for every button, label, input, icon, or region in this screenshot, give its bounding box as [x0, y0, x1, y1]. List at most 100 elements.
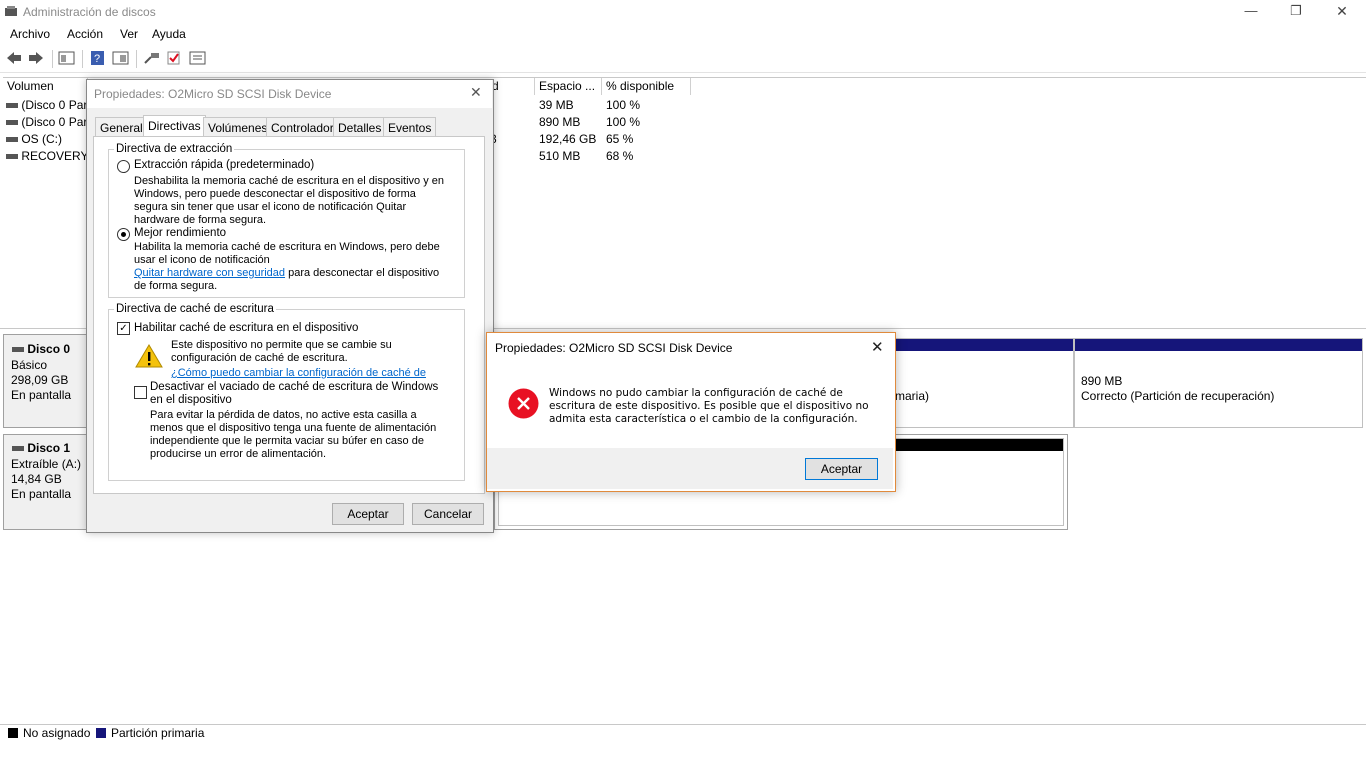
enable-write-cache-checkbox[interactable]: ✓	[117, 322, 130, 335]
partition-size: 890 MB	[1081, 374, 1123, 388]
help-icon[interactable]: ?	[90, 50, 106, 68]
table-row[interactable]: OS (C:)	[6, 132, 62, 146]
better-performance-text: Habilita la memoria caché de escritura e…	[134, 241, 440, 266]
maximize-button[interactable]: ❐	[1273, 0, 1319, 24]
error-dialog-title: Propiedades: O2Micro SD SCSI Disk Device	[495, 341, 733, 355]
removal-policy-title: Directiva de extracción	[114, 143, 235, 155]
legend-primary: Partición primaria	[111, 726, 205, 740]
tab-eventos[interactable]: Eventos	[383, 117, 437, 136]
toolbar-separator	[82, 50, 83, 68]
status-bar	[0, 724, 1366, 745]
tab-controlador[interactable]: Controlador	[266, 117, 339, 136]
better-performance-desc: Habilita la memoria caché de escritura e…	[134, 241, 449, 293]
volume-free: 192,46 GB	[539, 132, 597, 146]
menu-ver[interactable]: Ver	[120, 27, 138, 41]
disk-icon	[12, 446, 24, 452]
disk-size: 14,84 GB	[11, 472, 62, 486]
safe-remove-link[interactable]: Quitar hardware con seguridad	[134, 267, 285, 279]
forward-icon[interactable]	[27, 50, 45, 68]
disk-status: En pantalla	[11, 487, 72, 501]
properties-close-icon[interactable]: ✕	[470, 84, 482, 101]
back-icon[interactable]	[5, 50, 23, 68]
properties-cancel-button[interactable]: Cancelar	[412, 503, 484, 525]
tab-directivas[interactable]: Directivas	[143, 115, 206, 136]
error-message: Windows no pudo cambiar la configuración…	[549, 387, 869, 425]
disable-flush-desc: Para evitar la pérdida de datos, no acti…	[150, 409, 437, 460]
pane-icon[interactable]	[58, 50, 76, 68]
disk-size: 298,09 GB	[11, 373, 69, 387]
quick-removal-label[interactable]: Extracción rápida (predeterminado)	[134, 159, 314, 171]
title-bar	[0, 0, 1366, 24]
disk-0-label: Disco 0	[12, 342, 70, 356]
check-icon[interactable]	[166, 50, 182, 68]
better-performance-radio[interactable]	[117, 228, 130, 241]
error-ok-button[interactable]: Aceptar	[805, 458, 878, 480]
connect-icon[interactable]	[143, 50, 161, 68]
disk-name: Disco 1	[27, 441, 71, 455]
volume-pct: 65 %	[606, 132, 634, 146]
table-row[interactable]: (Disco 0 Part	[6, 98, 91, 112]
toolbar-separator	[136, 50, 137, 68]
better-performance-label[interactable]: Mejor rendimiento	[134, 227, 226, 239]
disk-status: En pantalla	[11, 388, 72, 402]
window-title: Administración de discos	[23, 5, 156, 19]
volume-icon	[6, 154, 18, 160]
cache-warning-text: Este dispositivo no permite que se cambi…	[171, 339, 392, 364]
volume-name: (Disco 0 Part	[21, 98, 91, 112]
legend-swatch-primary	[96, 728, 106, 738]
menu-archivo[interactable]: Archivo	[10, 27, 50, 41]
close-button[interactable]: ✕	[1319, 0, 1365, 24]
column-header-partial[interactable]: d	[488, 78, 535, 95]
tab-detalles[interactable]: Detalles	[333, 117, 387, 136]
volume-pct: 100 %	[606, 98, 641, 112]
disable-flush-label[interactable]: Desactivar el vaciado de caché de escrit…	[150, 381, 440, 407]
menu-bar	[0, 24, 1366, 44]
volume-free: 890 MB	[539, 115, 581, 129]
volume-name: OS (C:)	[21, 132, 63, 146]
disk-management-icon	[4, 5, 18, 18]
volume-pct: 100 %	[606, 115, 641, 129]
volume-name: RECOVERY	[21, 149, 89, 163]
volume-free: 39 MB	[539, 98, 574, 112]
volume-icon	[6, 137, 18, 143]
properties-dialog-title: Propiedades: O2Micro SD SCSI Disk Device	[94, 87, 332, 101]
write-cache-title: Directiva de caché de escritura	[114, 303, 276, 315]
disable-flush-checkbox[interactable]	[134, 386, 147, 399]
disk-name: Disco 0	[27, 342, 71, 356]
table-row[interactable]: RECOVERY	[6, 149, 88, 163]
volume-name: (Disco 0 Part	[21, 115, 91, 129]
quick-removal-radio[interactable]	[117, 160, 130, 173]
disk-type: Extraíble (A:)	[11, 457, 82, 471]
error-icon	[508, 388, 539, 419]
volume-icon	[6, 103, 18, 109]
view-icon[interactable]	[189, 50, 207, 68]
legend-unallocated: No asignado	[23, 726, 91, 740]
tab-volumenes[interactable]: Volúmenes	[203, 117, 273, 136]
properties-icon[interactable]	[112, 50, 130, 68]
table-row[interactable]: (Disco 0 Part	[6, 115, 91, 129]
toolbar-separator	[52, 50, 53, 68]
partition-bar	[1075, 339, 1362, 351]
disk-type: Básico	[11, 358, 48, 372]
volume-free: 510 MB	[539, 149, 581, 163]
cache-help-link[interactable]: ¿Cómo puedo cambiar la configuración de …	[171, 367, 426, 380]
error-close-icon[interactable]: ✕	[871, 338, 884, 356]
menu-ayuda[interactable]: Ayuda	[152, 27, 186, 41]
enable-write-cache-label[interactable]: Habilitar caché de escritura en el dispo…	[134, 322, 358, 334]
warning-icon	[135, 343, 163, 369]
minimize-button[interactable]: —	[1228, 0, 1274, 24]
column-header-pct-free[interactable]: % disponible	[602, 78, 691, 95]
partition-status: Correcto (Partición de recuperación)	[1081, 389, 1275, 403]
disk-icon	[12, 347, 24, 353]
properties-ok-button[interactable]: Aceptar	[332, 503, 404, 525]
legend-swatch-unallocated	[8, 728, 18, 738]
menu-accion[interactable]: Acción	[67, 27, 103, 41]
volume-icon	[6, 120, 18, 126]
partition-label: maria)	[895, 389, 930, 403]
quick-removal-desc: Deshabilita la memoria caché de escritur…	[134, 175, 444, 226]
volume-pct: 68 %	[606, 149, 634, 163]
column-header-volume[interactable]: Volumen	[3, 78, 88, 95]
disk-1-label: Disco 1	[12, 441, 70, 455]
column-header-free-space[interactable]: Espacio ...	[535, 78, 602, 95]
tab-general[interactable]: General	[95, 117, 148, 136]
